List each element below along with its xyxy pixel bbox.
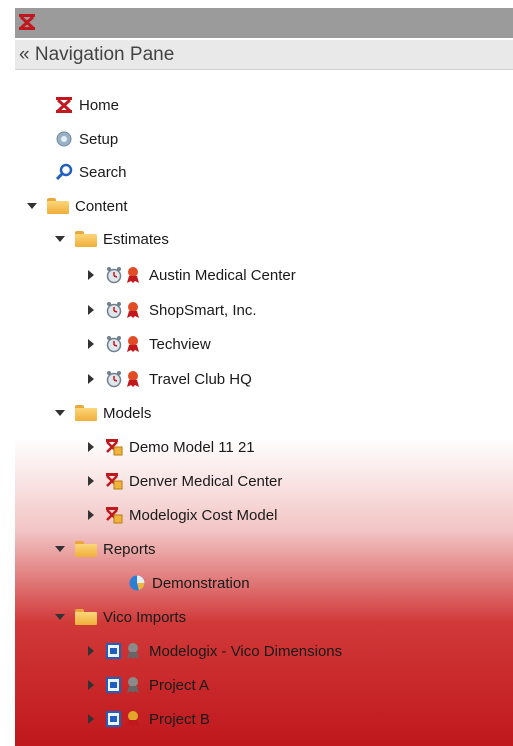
folder-icon: [75, 541, 97, 557]
tree-item-label: Travel Club HQ: [149, 370, 252, 388]
tree-item-model[interactable]: Demo Model 11 21: [83, 432, 255, 462]
folder-icon: [75, 609, 97, 625]
report-pie-icon: [129, 575, 145, 591]
tree-item-search[interactable]: Search: [55, 157, 127, 187]
model-icon: [106, 507, 123, 524]
title-bar: [15, 8, 513, 38]
tree-item-label: Denver Medical Center: [129, 472, 283, 490]
search-icon: [55, 163, 73, 181]
tree-item-vico-imports[interactable]: Vico Imports: [53, 602, 186, 632]
folder-icon: [75, 231, 97, 247]
tree-item-label: Vico Imports: [103, 608, 187, 626]
collapse-arrow-icon[interactable]: [53, 610, 67, 624]
expand-arrow-icon[interactable]: [83, 508, 97, 522]
tree-item-estimates[interactable]: Estimates: [53, 224, 169, 254]
expand-arrow-icon[interactable]: [83, 644, 97, 658]
model-icon: [106, 439, 123, 456]
tree-item-label: Reports: [103, 540, 156, 558]
tree-item-label: Techview: [149, 335, 211, 353]
tree-item-label: Estimates: [103, 230, 169, 248]
tree-item-estimate[interactable]: Techview: [83, 329, 211, 359]
document-icon: [106, 711, 121, 727]
navigation-pane: « Navigation Pane Home Setup Search Cont…: [15, 8, 513, 746]
tree-item-reports[interactable]: Reports: [53, 534, 156, 564]
tree-item-home[interactable]: Home: [55, 90, 119, 120]
tree-item-label: Setup: [79, 130, 119, 148]
expand-arrow-icon[interactable]: [83, 303, 97, 317]
gear-icon: [56, 131, 72, 147]
tree-item-model[interactable]: Denver Medical Center: [83, 466, 282, 496]
collapse-arrow-icon[interactable]: [25, 199, 39, 213]
tree-item-model[interactable]: Modelogix Cost Model: [83, 500, 277, 530]
estimate-clock-icon: [106, 302, 122, 319]
tree-item-label: Austin Medical Center: [149, 266, 296, 284]
tree-item-setup[interactable]: Setup: [55, 124, 118, 154]
collapse-arrow-icon[interactable]: [53, 232, 67, 246]
estimate-clock-icon: [106, 371, 122, 388]
award-ribbon-icon: [127, 267, 139, 283]
tree-item-label: Demonstration: [152, 574, 250, 592]
expand-arrow-icon[interactable]: [83, 268, 97, 282]
app-logo-icon: [19, 14, 35, 30]
tree-item-label: Content: [75, 197, 128, 215]
award-ribbon-icon: [127, 336, 139, 352]
folder-icon: [75, 405, 97, 421]
tree-item-label: Modelogix Cost Model: [129, 506, 278, 524]
tree-item-models[interactable]: Models: [53, 398, 151, 428]
award-ribbon-icon: [127, 677, 139, 693]
tree-item-label: Search: [79, 163, 127, 181]
tree-item-vico-import[interactable]: Project A: [83, 670, 209, 700]
tree-item-label: Home: [79, 96, 120, 114]
model-icon: [106, 473, 123, 490]
expand-arrow-icon[interactable]: [83, 678, 97, 692]
award-ribbon-icon: [127, 302, 139, 318]
estimate-clock-icon: [106, 336, 122, 353]
tree-item-label: Modelogix - Vico Dimensions: [149, 642, 343, 660]
tree-item-estimate[interactable]: ShopSmart, Inc.: [83, 295, 257, 325]
expand-arrow-icon[interactable]: [83, 712, 97, 726]
tree-item-estimate[interactable]: Travel Club HQ: [83, 364, 252, 394]
expand-arrow-icon[interactable]: [83, 474, 97, 488]
expand-arrow-icon[interactable]: [83, 372, 97, 386]
folder-icon: [47, 198, 69, 214]
expand-arrow-icon[interactable]: [83, 337, 97, 351]
award-ribbon-icon: [127, 711, 139, 727]
tree-item-label: Demo Model 11 21: [129, 438, 255, 456]
tree-item-label: Project B: [149, 710, 210, 728]
tree-item-report[interactable]: Demonstration: [128, 568, 250, 598]
award-ribbon-icon: [127, 371, 139, 387]
document-icon: [106, 677, 121, 693]
tree-item-label: Models: [103, 404, 152, 422]
tree-item-vico-import[interactable]: Modelogix - Vico Dimensions: [83, 636, 342, 666]
document-icon: [106, 643, 121, 659]
navigation-pane-header[interactable]: « Navigation Pane: [15, 40, 513, 70]
tree-item-label: ShopSmart, Inc.: [149, 301, 257, 319]
collapse-arrow-icon[interactable]: [53, 406, 67, 420]
estimate-clock-icon: [106, 267, 122, 284]
collapse-arrow-icon[interactable]: [53, 542, 67, 556]
tree-item-label: Project A: [149, 676, 210, 694]
expand-arrow-icon[interactable]: [83, 440, 97, 454]
tree-item-vico-import[interactable]: Project B: [83, 704, 210, 734]
tree-item-content[interactable]: Content: [25, 191, 128, 221]
tree-item-estimate[interactable]: Austin Medical Center: [83, 260, 296, 290]
home-icon: [56, 97, 72, 113]
award-ribbon-icon: [127, 643, 139, 659]
